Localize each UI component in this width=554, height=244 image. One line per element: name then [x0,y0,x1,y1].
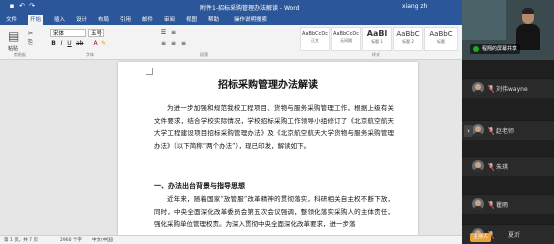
share-badge: 程翔的屏幕共享 [470,44,521,54]
document-canvas: 招标采购管理办法解读 为进一步加强和规范我校工程项目、货物与服务采购管理工作，根… [0,60,462,235]
share-label: 程翔的屏幕共享 [482,46,518,52]
highlight-button[interactable]: ✎ [100,40,107,47]
tab-references[interactable]: 引用 [118,15,133,25]
mic-off-icon [488,85,494,93]
participant-tile[interactable]: 瞿雨 [462,194,554,214]
participant-name: 朱琪 [496,164,509,171]
participant-tile[interactable]: 赵老师 [462,120,554,140]
save-icon[interactable]: ▪ [8,2,16,10]
user-name[interactable]: xiang zh [402,3,427,10]
window-title: 附件1-招标采购管理办法解读 - Word [200,5,300,12]
style-normal[interactable]: AaBbCcDc 正文 [300,27,330,51]
redo-icon[interactable]: ↷ [28,2,36,10]
font-color-button[interactable]: A [92,40,99,47]
group-font: 字体 [86,52,94,57]
participant-name: 刘伟wayne [496,86,528,93]
mic-off-icon [488,201,494,209]
italic-button[interactable]: I [58,40,65,47]
strikethrough-button[interactable]: ab [76,40,84,47]
window-pane [462,0,506,40]
section-heading: 一、办法出台背景与指导思想 [154,182,245,190]
collapse-panel-icon[interactable]: › [464,125,473,137]
tab-insert[interactable]: 插入 [52,15,67,25]
align-center-button[interactable]: ≡ [170,40,177,47]
tab-view[interactable]: 视图 [184,15,199,25]
share-indicator-icon [473,46,479,52]
tab-design[interactable]: 设计 [74,15,89,25]
tab-review[interactable]: 审阅 [162,15,177,25]
language-indicator[interactable]: 中文(中国) [92,237,114,243]
font-size-select[interactable]: 五号 [88,29,104,37]
avatar [472,124,484,136]
style-no-spacing[interactable]: AaBbCcDc 无间隔 [331,27,361,51]
tell-me-search[interactable]: 操作说明搜索 [232,15,269,25]
participant-tile[interactable]: 刘伟wayne [462,78,554,98]
align-right-button[interactable]: ≡ [180,40,187,47]
presenter-video [514,8,542,50]
participant-name: 赵老师 [496,128,515,135]
undo-icon[interactable]: ↶ [18,2,26,10]
paste-label[interactable]: 粘贴 [8,45,18,52]
host-tag: 主持人 [470,233,492,242]
participant-name: 瞿雨 [496,202,509,209]
tab-file[interactable]: 文件 [4,15,19,25]
participant-name: 夏沂 [508,232,521,239]
font-name-select[interactable]: 宋体 [50,29,86,37]
group-clipboard: 剪贴板 [14,52,26,57]
styles-gallery: AaBbCcDc 正文 AaBbCcDc 无间隔 AaBl 标题 1 AaBbC… [300,27,458,51]
status-bar: 第 1 页，共 7 页 2960 个字 中文(中国) [0,235,462,244]
group-styles: 样式 [372,52,380,57]
tab-mailings[interactable]: 邮件 [140,15,155,25]
document-title: 招标采购管理办法解读 [218,80,318,91]
bullets-button[interactable]: ☰ [160,29,167,36]
title-bar: 附件1-招标采购管理办法解读 - Word xiang zh ▪ ↶ ↷ [0,0,462,14]
align-left-button[interactable]: ≡ [160,40,167,47]
tab-home[interactable]: 开始 [28,15,44,25]
document-page[interactable]: 招标采购管理办法解读 为进一步加强和规范我校工程项目、货物与服务采购管理工作，根… [118,62,418,235]
avatar [472,82,484,94]
copy-icon[interactable]: ⎘ [28,39,33,47]
mic-off-icon [488,163,494,171]
word-count[interactable]: 2960 个字 [60,237,82,243]
paragraph-intro: 为进一步加强和规范我校工程项目、货物与服务采购管理工作，根据上级有关文件要求，结… [154,104,394,150]
style-title[interactable]: AaBbC 标题 [424,27,458,51]
tab-help[interactable]: 帮助 [206,15,221,25]
participant-tile[interactable]: 朱琪 [462,156,554,176]
bold-button[interactable]: B [50,40,57,47]
meeting-panel: 程翔的屏幕共享 刘伟wayne 赵老师 朱琪 瞿雨 夏沂 [462,0,554,244]
margin-mark [146,68,153,75]
cut-icon[interactable]: ✂ [28,30,33,37]
ribbon-home: ▤ 粘贴 ✂ ⎘ 宋体 五号 B I U ab A ✎ ☰ ≡ ≡ ≡ ≡ Aa… [0,25,462,60]
word-window: 附件1-招标采购管理办法解读 - Word xiang zh ▪ ↶ ↷ 文件 … [0,0,462,244]
style-heading-2[interactable]: AaBbC 标题 2 [393,27,423,51]
group-paragraph: 段落 [200,52,208,57]
underline-button[interactable]: U [66,40,73,47]
screen-share-video[interactable]: 程翔的屏幕共享 [462,0,554,60]
avatar [472,160,484,172]
page-count[interactable]: 第 1 页，共 7 页 [4,237,38,243]
tab-layout[interactable]: 布局 [96,15,111,25]
paragraph-background: 近年来，随着国家“放管服”改革精神的贯彻落实，科研相关自主权不断下放，同时，中央… [154,195,394,228]
numbering-button[interactable]: ≡ [170,29,177,36]
ribbon-tabs: 文件 开始 插入 设计 布局 引用 邮件 审阅 视图 帮助 操作说明搜索 [0,14,462,25]
style-heading-1[interactable]: AaBl 标题 1 [362,27,392,51]
paste-icon[interactable]: ▤ [8,29,19,43]
avatar [472,198,484,210]
mic-off-icon [488,127,494,135]
